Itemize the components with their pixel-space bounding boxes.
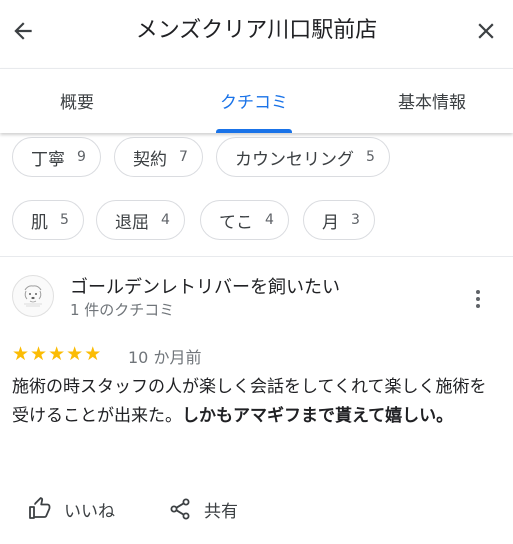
- chip-count: 9: [77, 149, 86, 165]
- more-vert-icon-dot: [476, 304, 480, 308]
- star-icon: ★: [84, 343, 102, 365]
- chip-label: 月: [322, 212, 339, 233]
- star-icon: ★: [30, 343, 48, 365]
- tab-overview[interactable]: 概要: [20, 69, 134, 133]
- review-date: 10 か月前: [128, 348, 202, 367]
- review-text-bold: しかもアマギフまで貰えて嬉しい。: [182, 406, 454, 426]
- topic-chip[interactable]: 肌 5: [12, 200, 84, 240]
- thumb-up-icon: [28, 497, 52, 521]
- tab-bar: 概要 クチコミ 基本情報: [0, 68, 513, 133]
- like-label: いいね: [64, 501, 115, 522]
- star-icon: ★: [48, 343, 66, 365]
- section-divider: [0, 256, 513, 257]
- star-rating: ★ ★ ★ ★ ★: [12, 343, 101, 365]
- topic-chip[interactable]: 月 3: [303, 200, 375, 240]
- tab-about[interactable]: 基本情報: [372, 69, 492, 133]
- share-icon: [168, 497, 192, 521]
- share-label: 共有: [204, 501, 238, 522]
- chip-label: カウンセリング: [235, 149, 354, 170]
- tab-active-indicator: [216, 129, 292, 133]
- more-vert-icon-dot: [476, 297, 480, 301]
- chip-label: 肌: [31, 212, 48, 233]
- header: メンズクリア川口駅前店: [0, 0, 513, 68]
- topic-chip[interactable]: てこ 4: [200, 200, 289, 240]
- share-button[interactable]: 共有: [168, 492, 238, 526]
- close-button[interactable]: [471, 14, 501, 48]
- chip-label: 契約: [133, 149, 167, 170]
- review-author-name[interactable]: ゴールデンレトリバーを飼いたい: [70, 273, 340, 299]
- topic-chip[interactable]: 退屈 4: [96, 200, 185, 240]
- chip-count: 4: [161, 212, 170, 228]
- dog-avatar-icon: [14, 277, 52, 315]
- topic-chip[interactable]: 契約 7: [114, 137, 203, 177]
- more-vert-icon: [476, 290, 480, 294]
- review-text: 施術の時スタッフの人が楽しく会話をしてくれて楽しく施術を受けることが出来た。しか…: [12, 373, 500, 431]
- topic-chip[interactable]: 丁寧 9: [12, 137, 101, 177]
- reviews-page: メンズクリア川口駅前店 概要 クチコミ 基本情報 丁寧 9 契約 7 カウンセリ…: [0, 0, 513, 544]
- topic-chip[interactable]: カウンセリング 5: [216, 137, 390, 177]
- back-button[interactable]: [8, 14, 38, 48]
- review-author-count: 1 件のクチコミ: [70, 301, 175, 319]
- arrow-left-icon: [14, 22, 32, 40]
- tab-reviews[interactable]: クチコミ: [197, 69, 311, 133]
- chip-label: てこ: [219, 212, 253, 233]
- close-icon: [478, 23, 494, 39]
- chip-label: 退屈: [115, 212, 149, 233]
- avatar[interactable]: [12, 275, 54, 317]
- star-icon: ★: [12, 343, 30, 365]
- chip-count: 3: [351, 212, 360, 228]
- place-title: メンズクリア川口駅前店: [135, 18, 378, 43]
- chip-label: 丁寧: [31, 149, 65, 170]
- like-button[interactable]: いいね: [28, 492, 115, 526]
- chip-count: 5: [60, 212, 69, 228]
- chip-count: 5: [366, 149, 375, 165]
- more-options-button[interactable]: [466, 286, 490, 312]
- chip-count: 4: [265, 212, 274, 228]
- star-icon: ★: [66, 343, 84, 365]
- chip-count: 7: [179, 149, 188, 165]
